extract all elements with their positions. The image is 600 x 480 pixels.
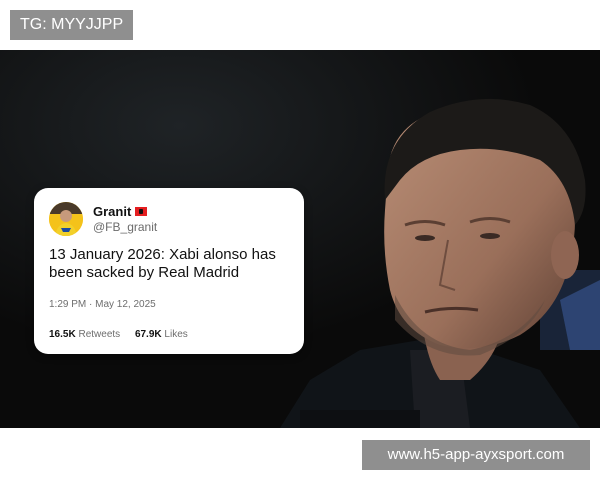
tweet-card: Granit @FB_granit 13 January 2026: Xabi …: [34, 188, 304, 354]
tweet-text: 13 January 2026: Xabi alonso has been sa…: [49, 246, 276, 281]
likes-label: Likes: [164, 329, 188, 340]
retweets-stat[interactable]: 16.5K Retweets: [49, 329, 120, 340]
retweets-count: 16.5K: [49, 329, 76, 340]
avatar[interactable]: [49, 202, 83, 236]
display-name-row: Granit: [93, 204, 148, 219]
display-name[interactable]: Granit: [93, 204, 131, 219]
likes-count: 67.9K: [134, 329, 162, 340]
top-watermark: TG: MYYJJPP: [10, 10, 134, 40]
avatar-image: [49, 202, 83, 236]
tweet-stats: 16.5K Retweets 67.9K Likes: [49, 329, 200, 340]
albania-flag-icon: [135, 207, 148, 216]
tweet-timestamp: 1:29 PM · May 12, 2025: [49, 299, 156, 310]
retweets-label: Retweets: [78, 329, 121, 340]
bottom-watermark: www.h5-app-ayxsport.com: [362, 440, 590, 470]
user-handle[interactable]: @FB_granit: [93, 220, 157, 234]
likes-stat[interactable]: 67.9K Likes: [135, 329, 188, 340]
